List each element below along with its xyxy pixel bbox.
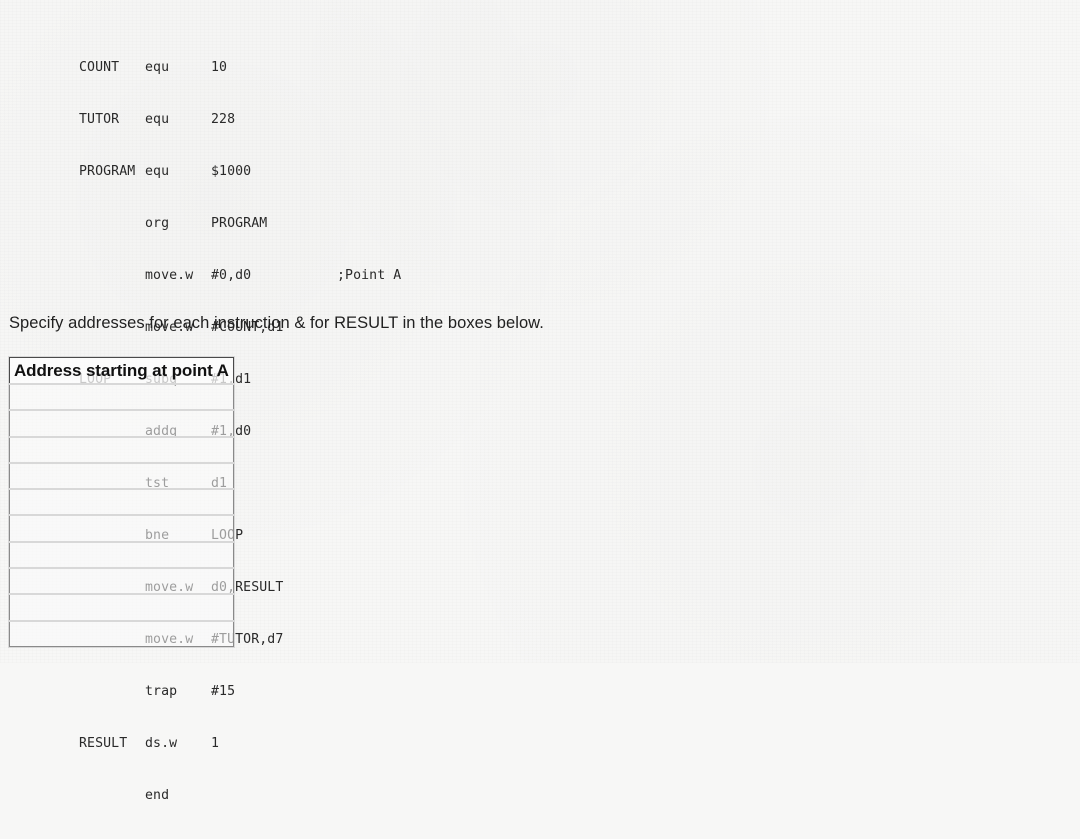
code-line: org PROGRAM	[79, 215, 401, 232]
code-line: PROGRAM equ $1000	[79, 163, 401, 180]
answer-input-cell-3[interactable]	[8, 435, 235, 464]
code-mnemonic: move.w	[145, 267, 194, 283]
code-operands: PROGRAM	[211, 215, 268, 231]
table-row	[8, 435, 235, 464]
table-row	[8, 382, 235, 412]
code-mnemonic: ds.w	[145, 736, 178, 752]
code-label: PROGRAM	[79, 163, 136, 179]
code-mnemonic: equ	[145, 163, 170, 179]
code-mnemonic: end	[145, 788, 170, 804]
answer-input-cell-4[interactable]	[8, 461, 235, 491]
answer-input-cell-5[interactable]	[8, 488, 235, 517]
table-row	[8, 409, 235, 438]
table-row	[8, 488, 235, 517]
answer-input-cell-2[interactable]	[8, 409, 235, 438]
table-row	[8, 567, 235, 596]
table-row	[8, 619, 235, 648]
code-label: RESULT	[79, 736, 128, 752]
code-mnemonic: org	[145, 215, 170, 231]
answer-input-cell-7[interactable]	[8, 540, 235, 570]
code-operands: #15	[211, 684, 236, 700]
answer-input-cell-10[interactable]	[8, 619, 235, 648]
table-row	[8, 514, 235, 543]
code-mnemonic: equ	[145, 111, 170, 127]
code-line: RESULT ds.w 1	[79, 735, 401, 752]
code-line: TUTOR equ 228	[79, 111, 401, 128]
code-line: trap #15	[79, 683, 401, 700]
answer-input-cell-8[interactable]	[8, 567, 235, 596]
instruction-prompt: Specify addresses for each instruction &…	[9, 314, 544, 332]
code-operands: #0,d0	[211, 267, 252, 283]
code-operands: 1	[211, 736, 220, 752]
code-line: move.w #0,d0 ;Point A	[79, 267, 401, 284]
code-line: COUNT equ 10	[79, 59, 401, 76]
code-operands: $1000	[211, 163, 252, 179]
code-mnemonic: trap	[145, 684, 178, 700]
code-mnemonic: equ	[145, 59, 170, 75]
table-row	[8, 540, 235, 570]
code-label: TUTOR	[79, 111, 120, 127]
answer-input-cell-1[interactable]	[8, 382, 235, 412]
answer-input-cell-6[interactable]	[8, 514, 235, 543]
code-operands: 10	[211, 59, 228, 75]
code-operands: 228	[211, 111, 236, 127]
table-header-row: Address starting at point A	[8, 356, 235, 385]
table-row	[8, 593, 235, 622]
code-line: end	[79, 787, 401, 804]
table-header-address-starting-at-point-a: Address starting at point A	[8, 356, 235, 385]
table-row	[8, 461, 235, 491]
code-comment: ;Point A	[337, 267, 402, 283]
code-label: COUNT	[79, 59, 120, 75]
address-answer-table: Address starting at point A	[8, 356, 235, 648]
answer-input-cell-9[interactable]	[8, 593, 235, 622]
document-page: COUNT equ 10 TUTOR equ 228 PROGRAM equ $1000 o…	[0, 0, 1080, 803]
